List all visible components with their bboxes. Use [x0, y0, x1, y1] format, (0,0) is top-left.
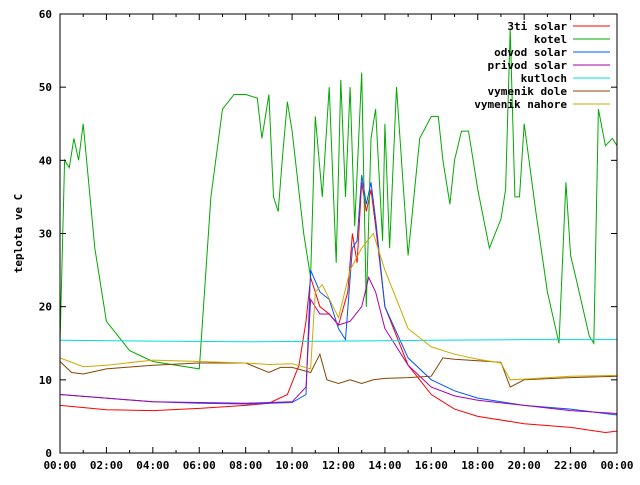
y-tick-label: 10 [39, 374, 52, 387]
y-tick-label: 20 [39, 301, 52, 314]
x-tick-label: 18:00 [461, 459, 494, 472]
x-tick-label: 00:00 [43, 459, 76, 472]
legend-label: vymenik nahore [474, 98, 567, 111]
y-tick-label: 40 [39, 154, 52, 167]
series-line-3 [59, 275, 618, 414]
legend-label: privod solar [488, 59, 568, 72]
x-tick-label: 12:00 [322, 459, 355, 472]
x-tick-label: 08:00 [229, 459, 262, 472]
chart: 0 10 20 30 40 50 60 00:00 02:00 04:00 06:00 08:00 10… [0, 0, 640, 480]
x-tick-label: 14:00 [368, 459, 401, 472]
x-tick-label: 16:00 [415, 459, 448, 472]
x-tick-label: 06:00 [183, 459, 216, 472]
y-axis-label: teplota ve C [12, 194, 25, 273]
series-line-6 [59, 232, 618, 381]
series-line-4 [59, 339, 617, 343]
y-tick-label: 30 [39, 228, 52, 241]
x-tick-label: 22:00 [554, 459, 587, 472]
x-tick-label: 10:00 [276, 459, 309, 472]
x-tick-label: 00:00 [600, 459, 633, 472]
chart-svg: 010203040506000:00 02:00 04:00 06:00 08:00 10… [12, 8, 634, 472]
series-line-5 [59, 352, 618, 388]
legend-label: kutloch [521, 72, 567, 85]
y-tick-label: 50 [39, 81, 52, 94]
x-tick-label: 04:00 [136, 459, 169, 472]
legend-label: kotel [534, 33, 567, 46]
series-line-0 [59, 182, 618, 434]
x-tick-label: 02:00 [90, 459, 123, 472]
legend: 3ti solarkotelodvod solarprivod solarkut… [474, 20, 610, 111]
legend-label: vymenik dole [488, 85, 568, 98]
y-tick-label: 60 [39, 8, 52, 21]
legend-label: 3ti solar [507, 20, 567, 33]
x-tick-label: 20:00 [508, 459, 541, 472]
legend-label: odvod solar [494, 46, 567, 59]
